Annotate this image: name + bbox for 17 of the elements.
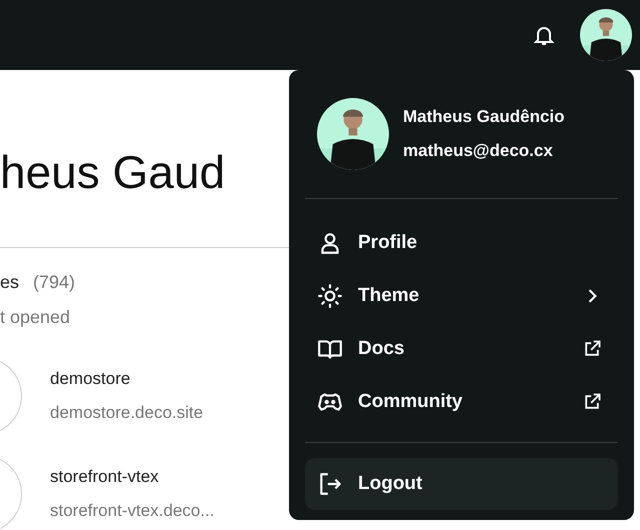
logout-button[interactable]: Logout bbox=[305, 458, 618, 510]
menu-item[interactable]: Theme bbox=[305, 269, 618, 322]
user-email: matheus@deco.cx bbox=[403, 140, 554, 162]
site-domain: demostore.deco.site bbox=[50, 403, 204, 423]
user-name: Matheus Gaudêncio bbox=[403, 106, 565, 128]
site-name[interactable]: demostore bbox=[50, 369, 130, 389]
menu-item[interactable]: Docs bbox=[305, 322, 618, 375]
sun-icon bbox=[317, 282, 343, 308]
sort-label: t opened bbox=[0, 307, 70, 327]
section-label: es bbox=[0, 272, 20, 292]
logout-icon bbox=[317, 471, 343, 497]
menu-item[interactable]: Community bbox=[305, 375, 618, 428]
page-title: heus Gaud bbox=[0, 145, 226, 200]
site-name[interactable]: storefront-vtex bbox=[50, 467, 159, 487]
menu-item[interactable]: Profile bbox=[305, 216, 618, 269]
site-count: (794) bbox=[33, 272, 76, 292]
site-domain: storefront-vtex.deco... bbox=[50, 501, 214, 521]
